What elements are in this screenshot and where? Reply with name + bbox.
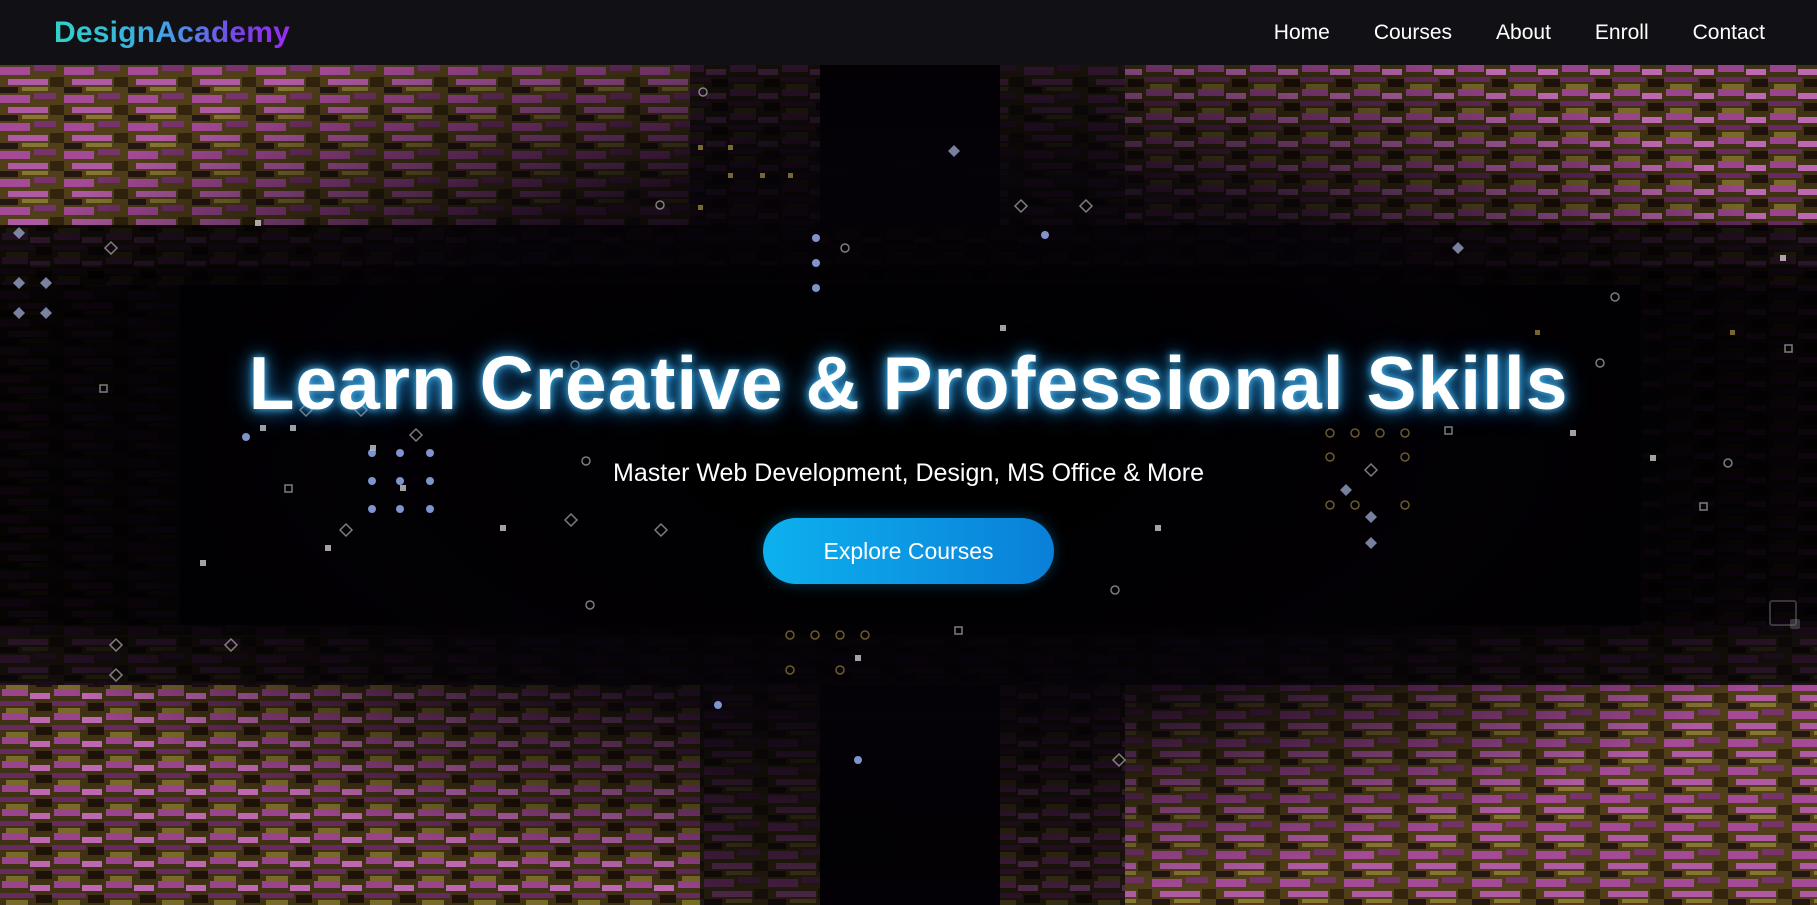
navbar: DesignAcademy Home Courses About Enroll … bbox=[0, 0, 1817, 65]
hero-section: Learn Creative & Professional Skills Mas… bbox=[0, 65, 1817, 905]
nav-link-courses[interactable]: Courses bbox=[1374, 21, 1452, 45]
nav-link-contact[interactable]: Contact bbox=[1693, 21, 1765, 45]
hero-title: Learn Creative & Professional Skills bbox=[248, 341, 1569, 425]
nav-link-home[interactable]: Home bbox=[1274, 21, 1330, 45]
brand-logo[interactable]: DesignAcademy bbox=[54, 16, 290, 50]
hero-subtitle: Master Web Development, Design, MS Offic… bbox=[613, 459, 1204, 487]
nav-links: Home Courses About Enroll Contact bbox=[1274, 21, 1765, 45]
page: DesignAcademy Home Courses About Enroll … bbox=[0, 0, 1817, 905]
nav-link-enroll[interactable]: Enroll bbox=[1595, 21, 1649, 45]
picture-in-picture-icon[interactable] bbox=[1769, 600, 1800, 629]
explore-courses-button[interactable]: Explore Courses bbox=[763, 518, 1054, 584]
nav-link-about[interactable]: About bbox=[1496, 21, 1551, 45]
hero-content: Learn Creative & Professional Skills Mas… bbox=[0, 340, 1817, 584]
